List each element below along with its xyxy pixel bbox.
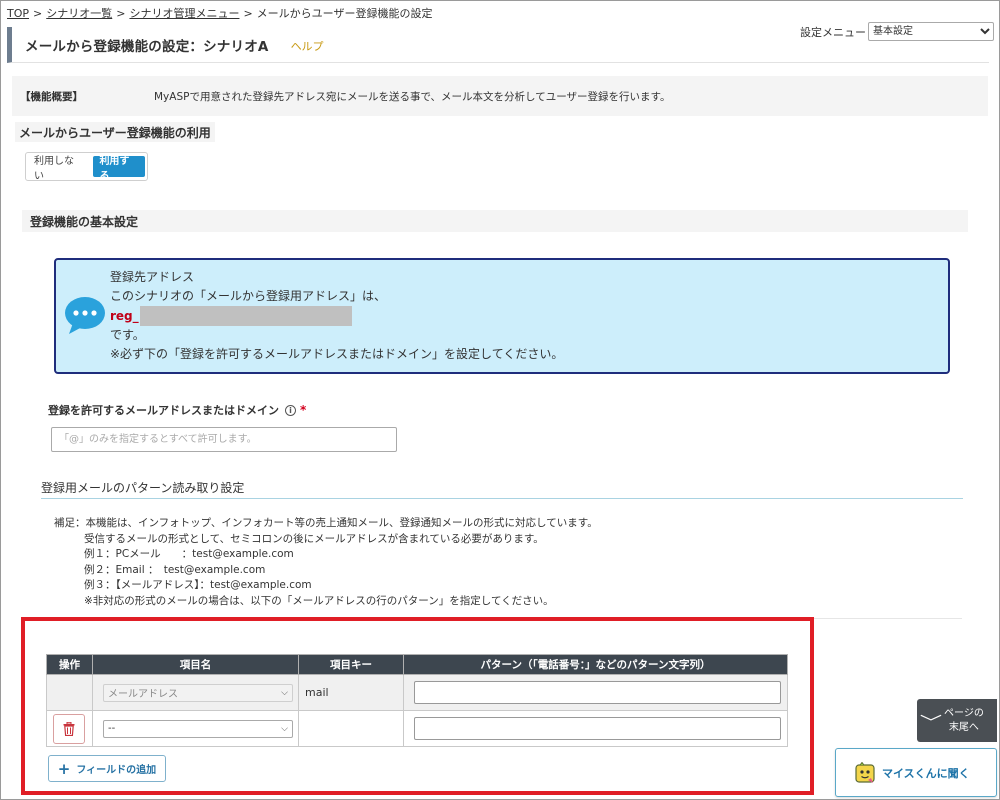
breadcrumb-scenario-list-link[interactable]: シナリオ一覧 [46, 7, 112, 20]
note-line: 受信するメールの形式として、セミコロンの後にメールアドレスが含まれている必要があ… [84, 532, 544, 545]
table-header-row: 操作 項目名 項目キー パターン（「電話番号：」などのパターン文字列） [46, 654, 788, 675]
table-row: -- ⌵ [46, 710, 788, 747]
delete-row-button[interactable] [53, 713, 85, 744]
pattern-input[interactable] [414, 717, 781, 740]
registration-address-prefix: reg_ [110, 308, 139, 323]
note-line: ※非対応の形式のメールの場合は、以下の「メールアドレスの行のパターン」を指定して… [84, 594, 554, 607]
mascot-icon [855, 761, 875, 783]
breadcrumb: TOP > シナリオ一覧 > シナリオ管理メニュー > メールからユーザー登録機能の設定 [7, 5, 432, 21]
column-header-operation: 操作 [46, 654, 93, 675]
toggle-option-disable[interactable]: 利用しない [28, 156, 89, 182]
registration-address: reg_ [110, 306, 563, 326]
table-row: メールアドレス ⌵ mail [46, 674, 788, 711]
breadcrumb-current: メールからユーザー登録機能の設定 [256, 7, 433, 20]
ask-assistant-label: マイスくんに聞く [882, 766, 970, 780]
scroll-to-bottom-label: ページの [944, 707, 984, 719]
basic-settings-heading: 登録機能の基本設定 [22, 210, 968, 232]
info-box-note: ※必ず下の「登録を許可するメールアドレスまたはドメイン」を設定してください。 [110, 347, 564, 361]
item-key-cell: mail [298, 674, 404, 711]
plus-icon: + [57, 759, 71, 778]
registration-address-info-box: 登録先アドレス このシナリオの「メールから登録用アドレス」は、 reg_ です。… [54, 258, 950, 374]
allowed-domain-label: 登録を許可するメールアドレスまたはドメイン i * [48, 402, 306, 418]
item-name-value: -- [108, 723, 116, 734]
pattern-cell [403, 674, 788, 711]
operation-cell [46, 710, 93, 747]
breadcrumb-separator: > [33, 7, 43, 20]
usage-heading: メールからユーザー登録機能の利用 [15, 122, 215, 142]
column-header-item-key: 項目キー [298, 654, 404, 675]
breadcrumb-separator: > [116, 7, 126, 20]
item-name-select[interactable]: -- ⌵ [103, 719, 293, 738]
item-key-cell [298, 710, 404, 747]
chevron-down-icon: ﹀ [919, 712, 943, 732]
toggle-option-enable[interactable]: 利用する [93, 156, 145, 182]
item-name-select: メールアドレス ⌵ [103, 683, 293, 702]
item-name-value: メールアドレス [108, 689, 178, 700]
chevron-down-icon: ⌵ [281, 723, 288, 734]
fields-table: 操作 項目名 項目キー パターン（「電話番号：」などのパターン文字列） メールア… [46, 654, 788, 747]
operation-cell [46, 674, 93, 711]
redacted-address [139, 306, 352, 326]
feature-overview: 【機能概要】 MyASPで用意された登録先アドレス宛にメールを送る事で、メール本… [12, 76, 988, 116]
breadcrumb-scenario-menu-link[interactable]: シナリオ管理メニュー [129, 7, 239, 20]
help-link[interactable]: ヘルプ [291, 38, 324, 54]
info-icon[interactable]: i [285, 404, 296, 416]
note-line: 例１：PCメール ：test@example.com [84, 548, 294, 561]
overview-text: MyASPで用意された登録先アドレス宛にメールを送る事で、メール本文を分析してユ… [154, 90, 671, 103]
scroll-to-bottom-label: 末尾へ [948, 721, 979, 733]
breadcrumb-top-link[interactable]: TOP [7, 7, 29, 20]
add-field-label: フィールドの追加 [76, 765, 157, 776]
chevron-down-icon: ⌵ [281, 687, 288, 698]
pattern-section-heading: 登録用メールのパターン読み取り設定 [41, 479, 963, 499]
breadcrumb-separator: > [243, 7, 253, 20]
info-box-line: このシナリオの「メールから登録用アドレス」は、 [110, 289, 387, 303]
add-field-button[interactable]: + フィールドの追加 [48, 755, 166, 782]
note-line: 補足：本機能は、インフォトップ、インフォカート等の売上通知メール、登録通知メール… [54, 517, 598, 529]
allowed-domain-label-text: 登録を許可するメールアドレスまたはドメイン [48, 404, 279, 417]
item-name-cell: メールアドレス ⌵ [92, 674, 299, 711]
page-header: メールから登録機能の設定：シナリオA ヘルプ [7, 27, 989, 63]
allowed-domain-input[interactable] [51, 427, 397, 452]
trash-icon [63, 721, 75, 736]
divider [814, 618, 962, 619]
pattern-input[interactable] [414, 681, 781, 704]
info-box-line: です。 [110, 328, 145, 342]
item-name-cell: -- ⌵ [92, 710, 299, 747]
ask-assistant-button[interactable]: マイスくんに聞く [835, 748, 997, 797]
note-line: 例３：【メールアドレス】：test@example.com [84, 579, 312, 592]
note-line: 例２：Email ： test@example.com [84, 563, 266, 576]
chat-bubble-icon [65, 297, 105, 334]
column-header-pattern: パターン（「電話番号：」などのパターン文字列） [403, 654, 788, 675]
page-title: メールから登録機能の設定：シナリオA [25, 38, 269, 55]
pattern-cell [403, 710, 788, 747]
usage-toggle: 利用しない 利用する [25, 152, 148, 182]
column-header-item-name: 項目名 [92, 654, 299, 675]
required-mark: * [300, 403, 307, 417]
scroll-to-bottom-button[interactable]: ﹀ ページの 末尾へ [917, 699, 997, 742]
pattern-notes: 補足：本機能は、インフォトップ、インフォカート等の売上通知メール、登録通知メール… [54, 516, 598, 610]
overview-label: 【機能概要】 [20, 90, 83, 103]
info-box-title: 登録先アドレス [110, 270, 195, 284]
